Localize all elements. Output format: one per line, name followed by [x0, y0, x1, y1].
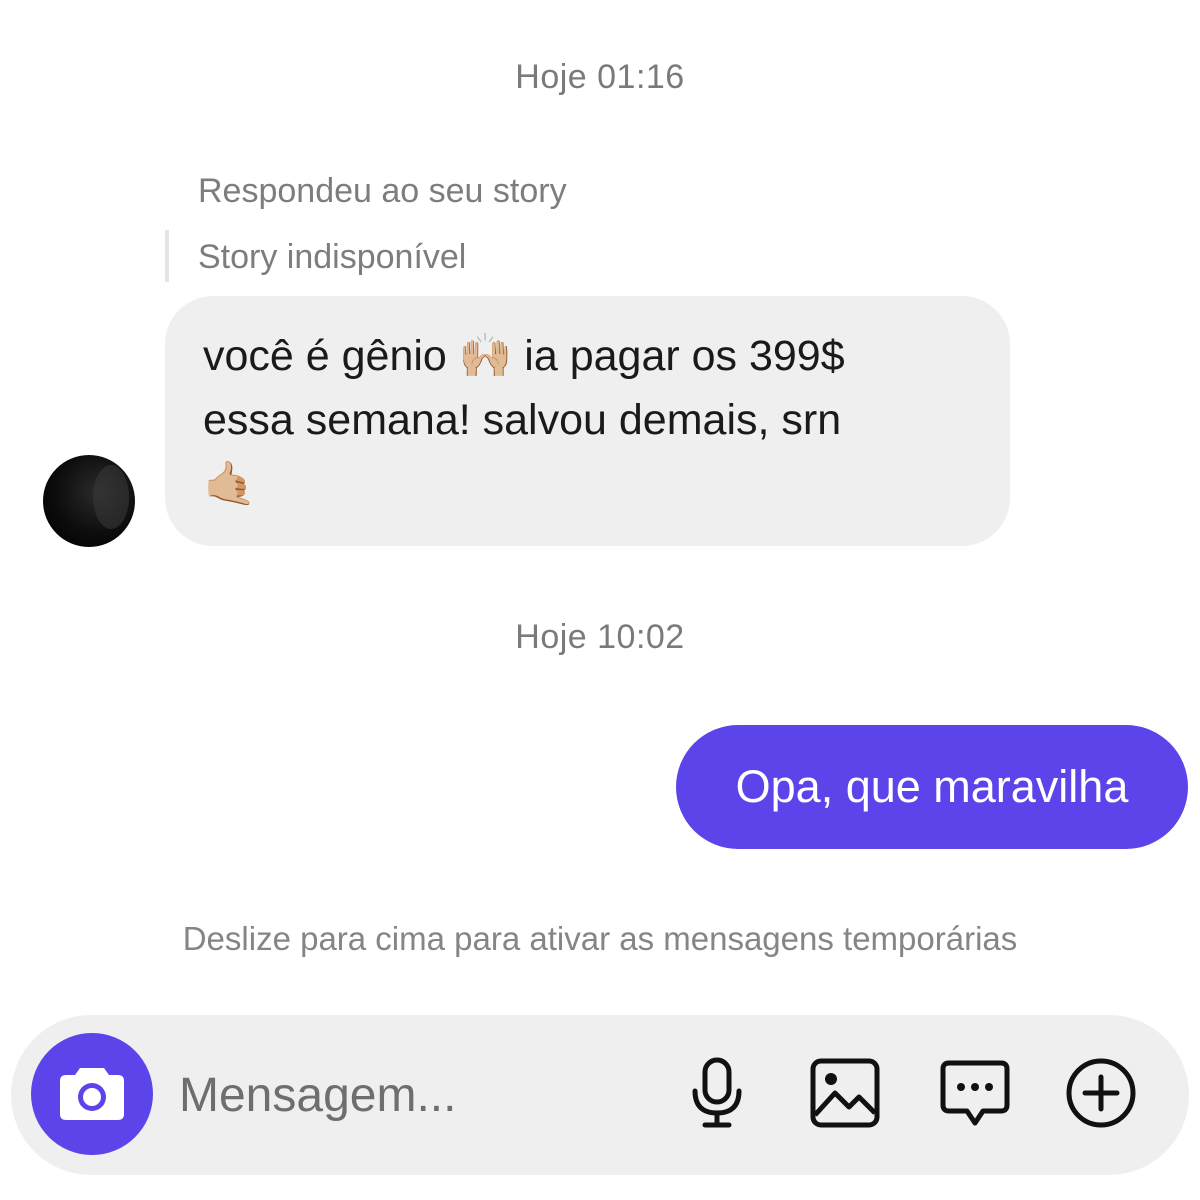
message-composer	[11, 1015, 1189, 1175]
message-input[interactable]	[179, 1055, 659, 1135]
avatar[interactable]	[43, 455, 135, 547]
more-options-button[interactable]	[1065, 1057, 1137, 1134]
timestamp: Hoje 10:02	[515, 618, 685, 656]
message-bubble-icon	[939, 1057, 1011, 1134]
timestamp: Hoje 01:16	[515, 58, 685, 96]
microphone-icon	[687, 1057, 747, 1134]
sticker-button[interactable]	[939, 1059, 1011, 1131]
microphone-button[interactable]	[681, 1057, 753, 1134]
plus-circle-icon	[1065, 1057, 1137, 1134]
camera-button[interactable]	[31, 1033, 153, 1155]
gallery-button[interactable]	[809, 1057, 881, 1134]
reply-story-status[interactable]: Story indisponível	[198, 238, 466, 277]
image-icon	[809, 1057, 881, 1134]
reply-quote-bar	[165, 230, 169, 282]
vanish-mode-hint: Deslize para cima para ativar as mensage…	[182, 920, 1018, 957]
camera-icon	[58, 1062, 126, 1127]
outgoing-message-bubble[interactable]: Opa, que maravilha	[676, 725, 1188, 849]
avatar-shade	[93, 465, 129, 529]
reply-header: Respondeu ao seu story	[198, 172, 567, 210]
incoming-message-bubble[interactable]: você é gênio 🙌🏼 ia pagar os 399$ essa se…	[165, 296, 1010, 546]
